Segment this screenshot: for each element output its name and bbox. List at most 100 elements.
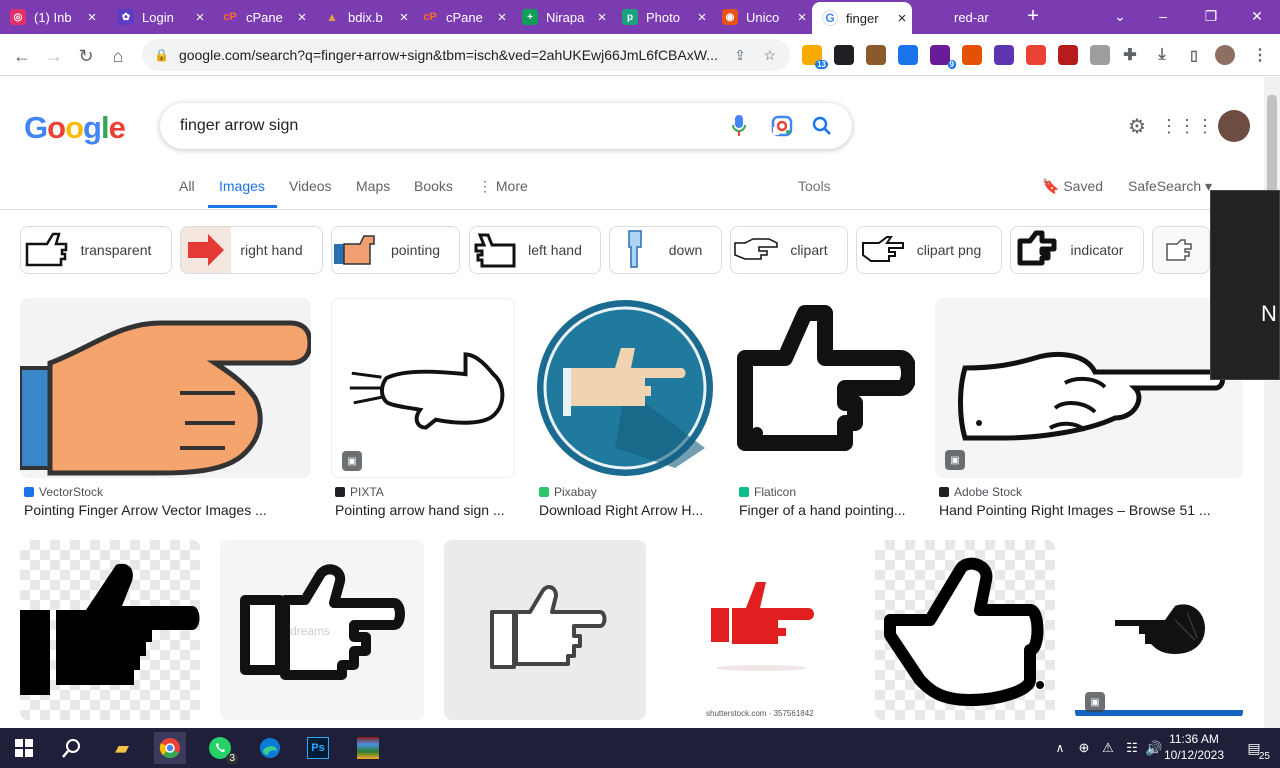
browser-tab[interactable]: ◎ (1) Inb × [0, 0, 102, 34]
chip-clipart[interactable]: clipart [730, 226, 848, 274]
restore-button[interactable]: ❐ [1188, 0, 1234, 32]
voice-search-icon[interactable] [726, 113, 752, 139]
windows-start-icon[interactable] [8, 732, 40, 764]
image-result[interactable] [444, 540, 646, 720]
browser-tab[interactable]: red-ar [920, 0, 1010, 34]
result-source[interactable]: PIXTA [335, 485, 384, 499]
saved-link[interactable]: 🔖 Saved [1042, 178, 1103, 195]
close-tab-icon[interactable]: × [394, 9, 414, 26]
close-tab-icon[interactable]: × [792, 9, 812, 26]
page-scrollbar[interactable] [1264, 77, 1280, 728]
photoshop-icon[interactable]: Ps [302, 732, 334, 764]
file-explorer-icon[interactable]: ▰ [106, 732, 138, 764]
winrar-icon[interactable] [352, 732, 384, 764]
close-tab-icon[interactable]: × [82, 9, 102, 26]
ext-2-icon[interactable] [834, 45, 854, 65]
result-caption[interactable]: Download Right Arrow H... [539, 502, 715, 518]
tab-images[interactable]: Images [219, 178, 265, 194]
image-result[interactable] [735, 298, 915, 478]
browser-tab[interactable]: p Photo × [612, 0, 712, 34]
share-icon[interactable]: ⇪ [734, 47, 746, 64]
apps-grid-icon[interactable]: ⋮⋮⋮ [1160, 113, 1214, 139]
tools-button[interactable]: Tools [798, 178, 831, 194]
browser-tab[interactable]: ▲ bdix.b × [314, 0, 414, 34]
ext-7-icon[interactable] [994, 45, 1014, 65]
browser-tab[interactable]: cP cPane × [212, 0, 312, 34]
close-tab-icon[interactable]: × [892, 10, 912, 27]
browser-tab-active[interactable]: G finger × [812, 2, 912, 34]
image-result[interactable] [535, 298, 715, 478]
settings-gear-icon[interactable]: ⚙ [1124, 113, 1150, 139]
bookmark-star-icon[interactable]: ☆ [763, 47, 776, 64]
result-source[interactable]: Pixabay [539, 485, 597, 499]
result-caption[interactable]: Pointing Finger Arrow Vector Images ... [24, 502, 314, 518]
result-source[interactable]: Adobe Stock [939, 485, 1022, 499]
image-result[interactable]: dreams [220, 540, 424, 720]
ext-8-icon[interactable] [1026, 45, 1046, 65]
image-result[interactable]: ▣ [1075, 540, 1243, 720]
new-tab-button[interactable]: + [1010, 0, 1056, 32]
chrome-taskbar-icon[interactable] [154, 732, 186, 764]
notifications-icon[interactable]: ▤ 25 [1238, 732, 1270, 764]
home-icon[interactable]: ⌂ [104, 42, 132, 70]
chip-pointing[interactable]: pointing [331, 226, 460, 274]
ext-9-icon[interactable] [1058, 45, 1078, 65]
extensions-puzzle-icon[interactable]: ✚ [1120, 45, 1140, 65]
browser-tab[interactable]: ✿ Login × [108, 0, 210, 34]
tab-more[interactable]: ⋮ More [478, 178, 528, 195]
ext-4-icon[interactable] [898, 45, 918, 65]
ext-10-icon[interactable] [1090, 45, 1110, 65]
result-caption[interactable]: Pointing arrow hand sign ... [335, 502, 515, 518]
image-result[interactable] [875, 540, 1055, 720]
image-result[interactable]: shutterstock.com · 357561842 [666, 540, 855, 720]
chip-down[interactable]: down [609, 226, 722, 274]
browser-tab[interactable]: + Nirapa × [512, 0, 612, 34]
image-result[interactable] [20, 298, 311, 478]
image-result[interactable]: ▣ [935, 298, 1243, 478]
chip-indicator[interactable]: indicator [1010, 226, 1144, 274]
back-icon[interactable]: ← [8, 42, 36, 70]
close-tab-icon[interactable]: × [592, 9, 612, 26]
chip-left-hand[interactable]: left hand [469, 226, 601, 274]
lens-search-icon[interactable] [769, 113, 795, 139]
result-caption[interactable]: Hand Pointing Right Images – Browse 51 .… [939, 502, 1239, 518]
tab-all[interactable]: All [179, 178, 195, 194]
browser-tab[interactable]: cP cPane × [412, 0, 512, 34]
side-panel-icon[interactable]: ▯ [1184, 45, 1204, 65]
chip-transparent[interactable]: transparent [20, 226, 172, 274]
search-taskbar-icon[interactable] [56, 732, 88, 764]
ext-5-icon[interactable]: 9 [930, 45, 956, 69]
image-result[interactable] [20, 540, 200, 720]
whatsapp-icon[interactable]: 3 [204, 732, 238, 764]
tab-videos[interactable]: Videos [289, 178, 332, 194]
tab-search-icon[interactable]: ⌄ [1097, 0, 1143, 32]
safesearch-button[interactable]: SafeSearch ▾ [1128, 178, 1212, 195]
browser-tab[interactable]: ◉ Unico × [712, 0, 812, 34]
result-source[interactable]: Flaticon [739, 485, 796, 499]
edge-icon[interactable] [254, 732, 286, 764]
tab-maps[interactable]: Maps [356, 178, 390, 194]
close-tab-icon[interactable]: × [492, 9, 512, 26]
close-tab-icon[interactable]: × [292, 9, 312, 26]
ext-1-icon[interactable]: 13 [802, 45, 828, 69]
chip-right-hand[interactable]: right hand [180, 226, 323, 274]
scrollbar-thumb[interactable] [1267, 95, 1277, 205]
ext-3-icon[interactable] [866, 45, 886, 65]
result-source[interactable]: VectorStock [24, 485, 103, 499]
tab-books[interactable]: Books [414, 178, 453, 194]
image-result[interactable]: ▣ [331, 298, 515, 478]
close-tab-icon[interactable]: × [190, 9, 210, 26]
download-icon[interactable]: ⤓ [1152, 45, 1172, 65]
menu-kebab-icon[interactable]: ⋮ [1250, 45, 1270, 65]
account-avatar[interactable] [1218, 110, 1250, 142]
result-caption[interactable]: Finger of a hand pointing... [739, 502, 915, 518]
chip-clipart-png[interactable]: clipart png [856, 226, 1002, 274]
profile-avatar[interactable] [1215, 45, 1235, 65]
ext-6-icon[interactable] [962, 45, 982, 65]
overlay-popup[interactable]: N [1210, 190, 1280, 380]
clock[interactable]: 11:36 AM 10/12/2023 [1162, 731, 1226, 763]
minimize-button[interactable]: – [1140, 0, 1186, 32]
close-window-button[interactable]: ✕ [1234, 0, 1280, 32]
search-icon[interactable] [809, 113, 835, 139]
forward-icon[interactable]: → [40, 42, 68, 70]
